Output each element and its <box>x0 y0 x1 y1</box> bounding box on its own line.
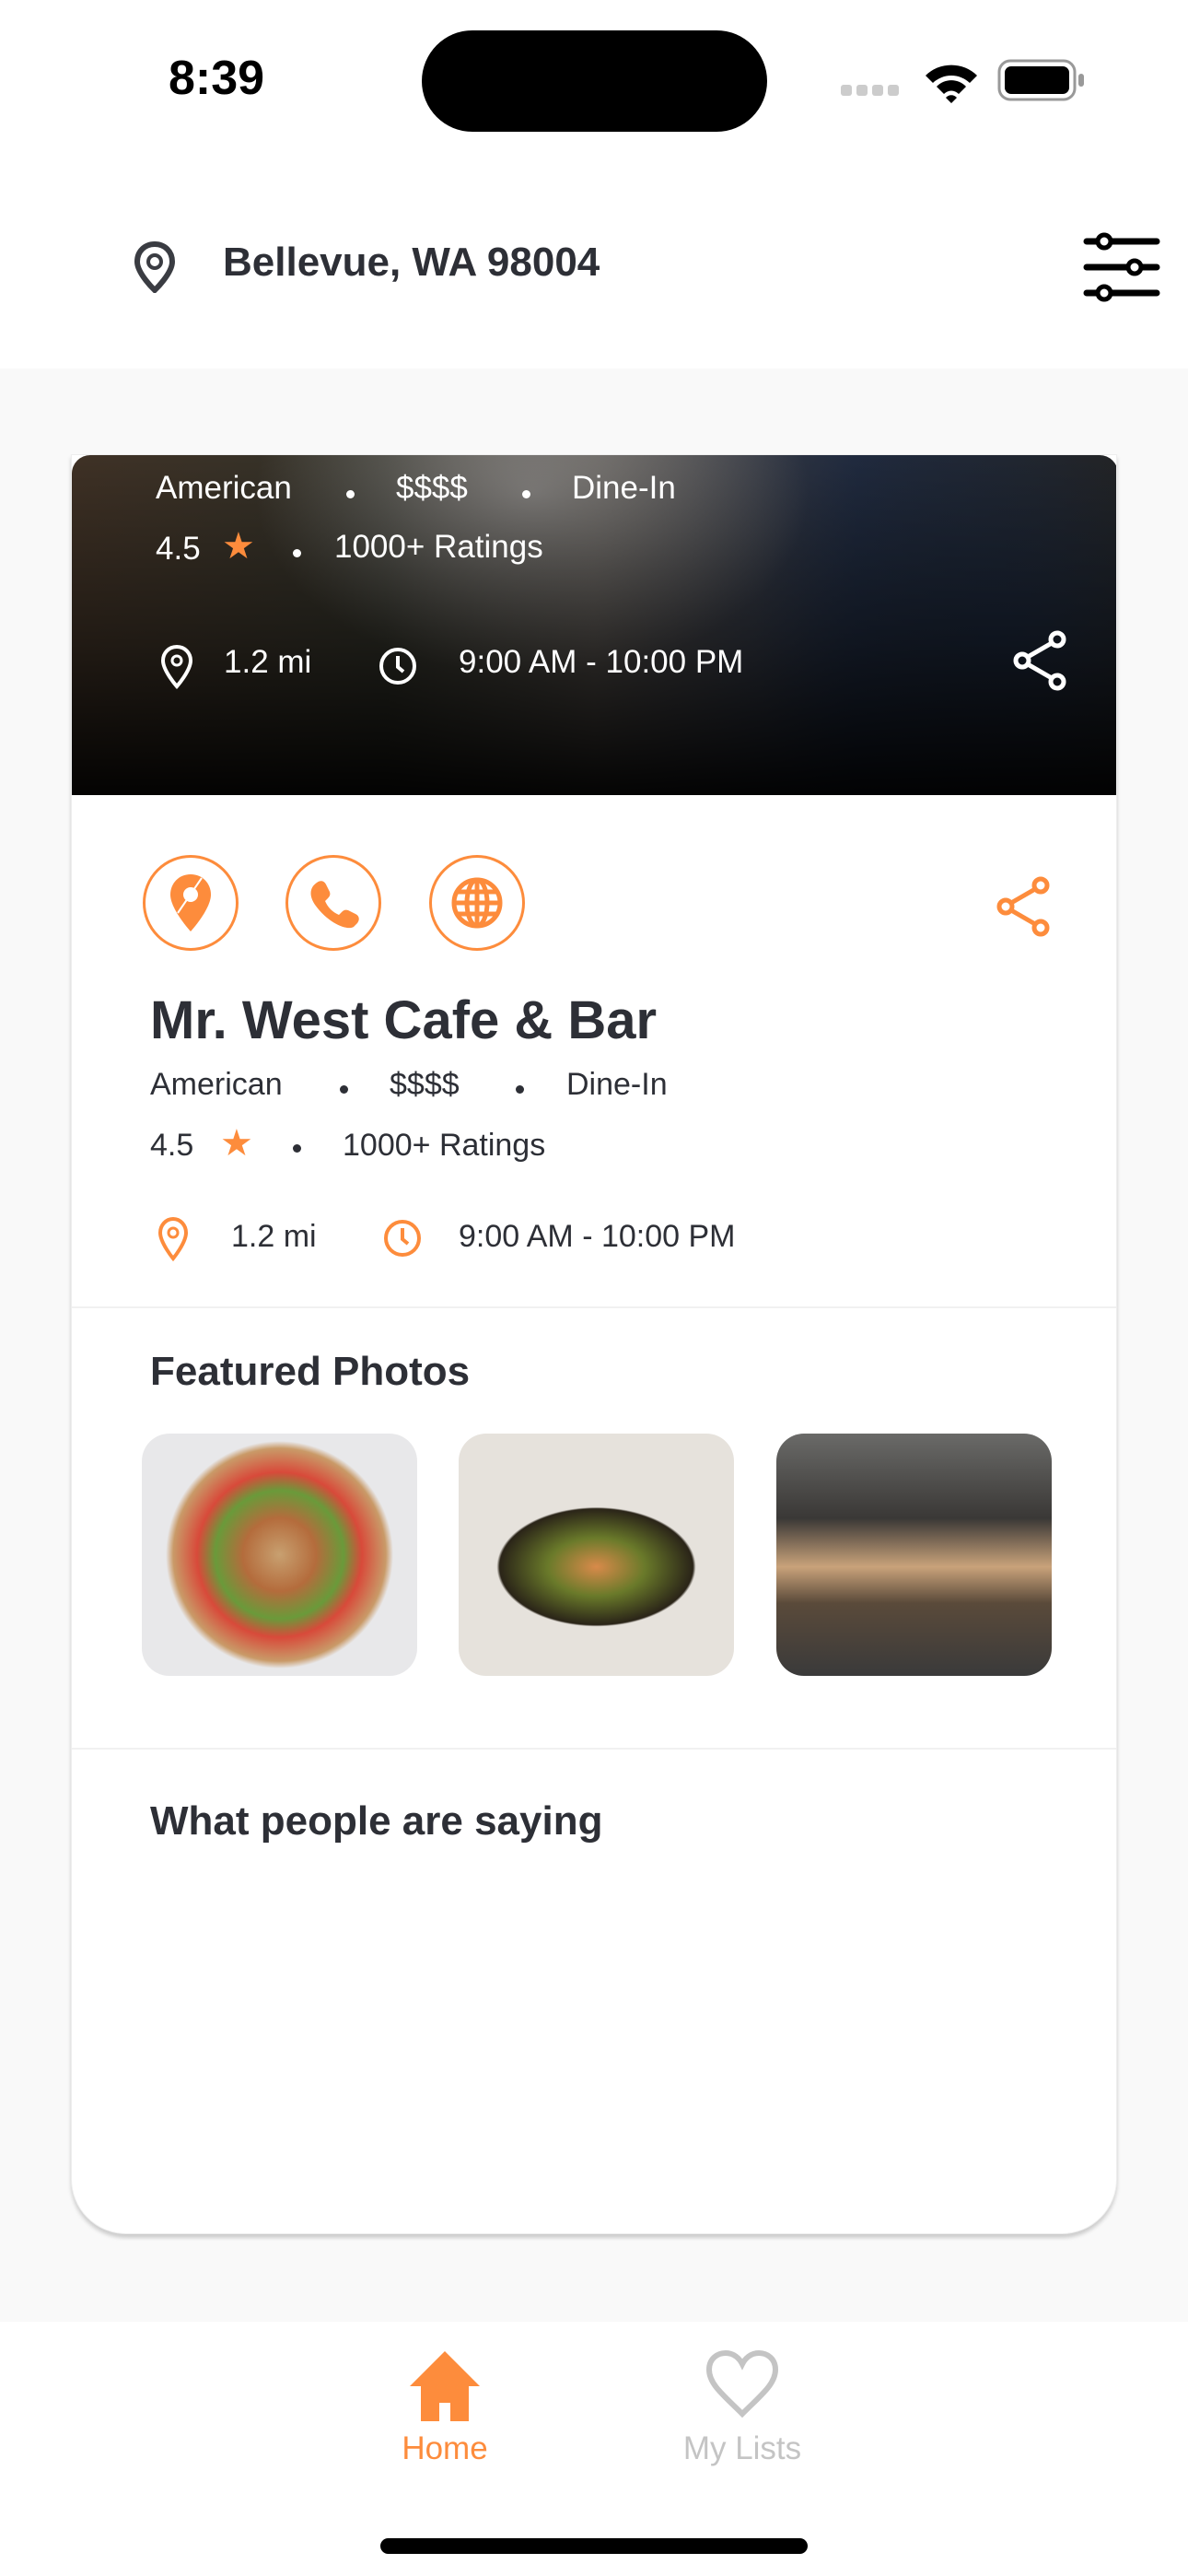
hero-ratings-count: 1000+ Ratings <box>334 529 543 565</box>
battery-icon <box>997 59 1084 101</box>
restaurant-name: Mr. West Cafe & Bar <box>150 990 658 1050</box>
separator-dot <box>516 1085 524 1094</box>
divider <box>72 1748 1116 1750</box>
divider <box>72 1306 1116 1308</box>
hero-price: $$$$ <box>396 470 468 506</box>
phone-icon <box>310 881 359 929</box>
ratings-count: 1000+ Ratings <box>343 1128 546 1163</box>
separator-dot <box>522 490 530 498</box>
hero-image: American $$$$ Dine-In 4.5 ★ 1000+ Rating… <box>72 455 1116 795</box>
share-icon[interactable] <box>995 874 1054 939</box>
nav-home[interactable]: Home <box>353 2430 537 2467</box>
nav-my-lists[interactable]: My Lists <box>650 2430 834 2467</box>
photo-salad-bowl[interactable] <box>142 1434 417 1676</box>
signal-icon <box>841 85 899 96</box>
photo-salmon-dish[interactable] <box>459 1434 734 1676</box>
home-indicator <box>380 2538 808 2554</box>
hero-hours: 9:00 AM - 10:00 PM <box>459 644 744 680</box>
service: Dine-In <box>566 1067 668 1102</box>
featured-photos-heading: Featured Photos <box>150 1349 471 1394</box>
map-icon <box>170 874 211 931</box>
status-time: 8:39 <box>169 52 265 105</box>
call-button[interactable] <box>285 855 381 951</box>
separator-dot <box>340 1085 348 1094</box>
filter-sliders-icon[interactable] <box>1079 230 1162 304</box>
share-icon[interactable] <box>1011 628 1070 693</box>
clock-icon <box>384 1220 421 1257</box>
star-icon: ★ <box>222 526 255 567</box>
hero-cuisine: American <box>156 470 292 506</box>
hero-rating: 4.5 <box>156 531 201 567</box>
cuisine: American <box>150 1067 283 1102</box>
restaurant-card: American $$$$ Dine-In 4.5 ★ 1000+ Rating… <box>71 454 1117 2234</box>
rating: 4.5 <box>150 1128 194 1163</box>
hours: 9:00 AM - 10:00 PM <box>459 1219 736 1254</box>
heart-icon[interactable] <box>705 2349 779 2419</box>
hero-service: Dine-In <box>572 470 676 506</box>
pin-icon <box>160 644 193 690</box>
location-label[interactable]: Bellevue, WA 98004 <box>223 240 600 286</box>
clock-icon <box>379 648 416 685</box>
distance: 1.2 mi <box>231 1219 317 1254</box>
website-button[interactable] <box>429 855 525 951</box>
price: $$$$ <box>390 1067 460 1102</box>
map-pin-icon <box>134 241 176 293</box>
separator-dot <box>293 549 301 557</box>
separator-dot <box>293 1144 301 1153</box>
home-icon[interactable] <box>408 2349 482 2423</box>
directions-button[interactable] <box>143 855 239 951</box>
globe-icon <box>451 877 503 929</box>
hero-distance: 1.2 mi <box>224 644 312 680</box>
wifi-icon <box>926 64 977 103</box>
pin-icon <box>157 1216 189 1262</box>
separator-dot <box>346 490 355 498</box>
dynamic-island <box>422 30 767 132</box>
star-icon: ★ <box>220 1123 253 1164</box>
photo-cafe-interior[interactable] <box>776 1434 1052 1676</box>
reviews-heading: What people are saying <box>150 1798 603 1844</box>
